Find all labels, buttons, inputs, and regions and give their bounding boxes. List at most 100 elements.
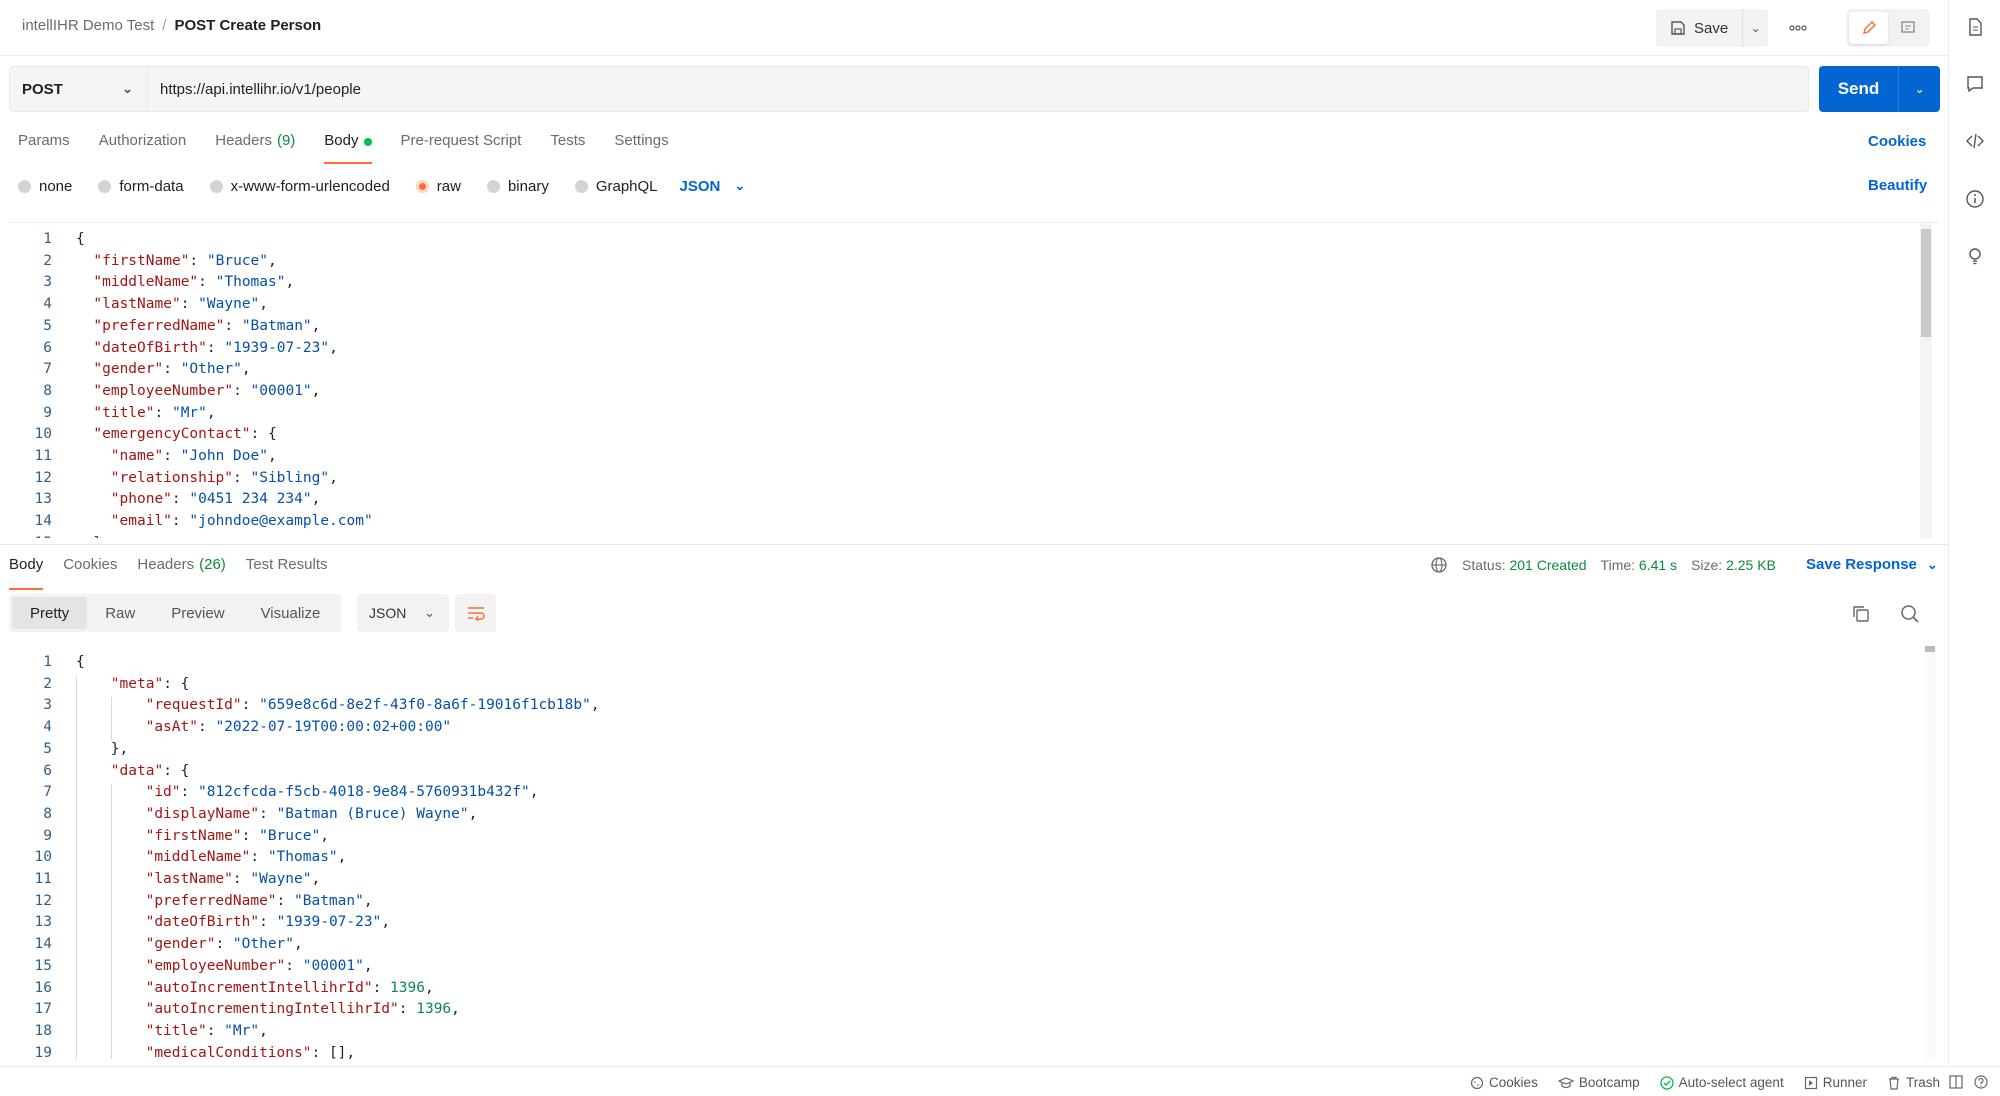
code-text: "employeeNumber": "00001",	[93, 382, 321, 399]
tab-params[interactable]: Params	[18, 132, 70, 164]
code-text: "middleName": "Thomas",	[93, 274, 295, 291]
more-actions-button[interactable]	[1782, 9, 1814, 47]
code-line: 16 "autoIncrementIntellihrId": 1396,	[9, 980, 434, 1002]
tab-label: Pre-request Script	[400, 132, 522, 149]
tab-headers[interactable]: Headers (9)	[215, 132, 295, 164]
radio-indicator	[574, 179, 588, 193]
status-info[interactable]: Status: 201 Created	[1462, 557, 1587, 573]
line-number: 6	[43, 762, 52, 779]
size-label: Size:	[1691, 557, 1723, 573]
pane-divider[interactable]	[0, 544, 1948, 545]
radio-label: x-www-form-urlencoded	[230, 177, 390, 195]
radio-binary[interactable]: binary	[486, 178, 549, 195]
code-text: "gender": "Other",	[145, 936, 303, 953]
line-number: 15	[9, 535, 52, 538]
tab-settings[interactable]: Settings	[614, 132, 668, 164]
edit-icon	[1862, 21, 1876, 34]
view-visualize[interactable]: Visualize	[243, 597, 339, 629]
language-select[interactable]: JSON ⌄	[680, 178, 746, 195]
two-pane-icon[interactable]	[1949, 1075, 1963, 1089]
tab-pre-request-script[interactable]: Pre-request Script	[401, 132, 522, 164]
line-number: 7	[43, 784, 52, 801]
code-text: "title": "Mr",	[145, 1022, 268, 1039]
line-number: 15	[34, 957, 52, 974]
line-number: 14	[34, 513, 52, 530]
view-raw[interactable]: Raw	[87, 597, 153, 629]
beautify-button[interactable]: Beautify	[1868, 177, 1927, 194]
response-tab-headers[interactable]: Headers (26)	[137, 556, 225, 588]
code-text: "firstName": "Bruce",	[145, 827, 329, 844]
footer-trash[interactable]: Trash	[1887, 1075, 1940, 1090]
wrap-lines-button[interactable]	[455, 594, 496, 632]
code-line: 7 "gender": "Other",	[9, 361, 250, 383]
footer-runner[interactable]: Runner	[1804, 1075, 1867, 1090]
tab-tests[interactable]: Tests	[550, 132, 585, 164]
send-options-button[interactable]: ⌄	[1899, 66, 1940, 112]
time-info[interactable]: Time: 6.41 s	[1601, 557, 1678, 573]
code-text: "middleName": "Thomas",	[145, 849, 347, 866]
indent-guide	[76, 675, 77, 1059]
code-line: 4 "asAt": "2022-07-19T00:00:02+00:00"	[9, 719, 451, 741]
line-number: 12	[34, 892, 52, 909]
line-number: 2	[43, 252, 52, 269]
save-options-button[interactable]: ⌄	[1743, 21, 1768, 35]
response-tab-test-results[interactable]: Test Results	[246, 556, 328, 588]
radio-form-data[interactable]: form-data	[98, 178, 184, 195]
footer-label: Trash	[1905, 1075, 1940, 1090]
chevron-down-icon: ⌄	[424, 605, 435, 620]
radio-none[interactable]: none	[18, 178, 72, 195]
code-text: "title": "Mr",	[93, 404, 216, 421]
code-line: 8 "displayName": "Batman (Bruce) Wayne",	[9, 806, 477, 828]
code-text: "phone": "0451 234 234",	[110, 491, 321, 508]
code-line: 3 "middleName": "Thomas",	[9, 274, 294, 296]
view-pretty[interactable]: Pretty	[12, 597, 88, 629]
response-tab-cookies[interactable]: Cookies	[63, 556, 117, 588]
code-line: 4 "lastName": "Wayne",	[9, 296, 268, 318]
line-number: 5	[43, 740, 52, 757]
bulb-icon[interactable]	[1965, 246, 1985, 266]
request-body-editor[interactable]: 1{2 "firstName": "Bruce", 3 "middleName": "…	[9, 222, 1939, 538]
scrollbar-thumb[interactable]	[1921, 229, 1931, 337]
comment-icon[interactable]	[1965, 74, 1985, 94]
view-preview[interactable]: Preview	[153, 597, 242, 629]
radio-urlencoded[interactable]: x-www-form-urlencoded	[209, 177, 390, 195]
indent-guide	[111, 784, 112, 1059]
workspace-link[interactable]: intellIHR Demo Test	[22, 17, 154, 34]
url-input[interactable]: https://api.intellihr.io/v1/people	[148, 66, 1809, 112]
save-button[interactable]: Save	[1656, 9, 1744, 47]
scrollbar-thumb[interactable]	[1925, 646, 1935, 652]
size-info[interactable]: Size: 2.25 KB	[1691, 557, 1776, 573]
code-text: "lastName": "Wayne",	[93, 296, 269, 313]
tab-authorization[interactable]: Authorization	[99, 132, 187, 164]
line-number: 12	[34, 469, 52, 486]
comment-mode-button[interactable]	[1888, 12, 1927, 44]
response-scrollbar[interactable]	[1924, 646, 1936, 1059]
code-icon[interactable]	[1965, 131, 1985, 151]
response-format-select[interactable]: JSON ⌄	[357, 594, 449, 632]
footer-auto-select-agent[interactable]: Auto-select agent	[1659, 1075, 1784, 1090]
tab-body[interactable]: Body	[324, 132, 372, 164]
info-icon[interactable]	[1965, 189, 1985, 209]
radio-raw[interactable]: raw	[415, 178, 461, 195]
footer-cookies[interactable]: Cookies	[1470, 1075, 1538, 1090]
request-title[interactable]: POST Create Person	[174, 17, 321, 34]
response-body-viewer[interactable]: 1{2 "meta": {3 "requestId": "659e8c6d-8e2f…	[9, 646, 1939, 1059]
footer-bootcamp[interactable]: Bootcamp	[1557, 1075, 1640, 1090]
code-line: 6 "data": {	[9, 762, 189, 785]
response-tab-body[interactable]: Body	[9, 556, 44, 590]
agent-check-icon	[1659, 1075, 1674, 1090]
document-icon[interactable]	[1965, 17, 1985, 37]
edit-mode-button[interactable]	[1849, 12, 1888, 44]
copy-icon[interactable]	[1850, 603, 1872, 625]
globe-icon[interactable]	[1430, 556, 1448, 574]
save-response-button[interactable]: Save Response ⌄	[1806, 556, 1938, 573]
code-text: "relationship": "Sibling",	[110, 469, 338, 486]
cookies-link[interactable]: Cookies	[1868, 133, 1926, 150]
help-icon[interactable]	[1974, 1075, 1988, 1089]
chevron-down-icon: ⌄	[734, 178, 746, 193]
send-button[interactable]: Send	[1819, 66, 1899, 112]
radio-graphql[interactable]: GraphQL	[574, 178, 658, 195]
request-editor-scrollbar[interactable]	[1920, 223, 1932, 538]
method-select[interactable]: POST ⌄	[9, 66, 148, 112]
search-icon[interactable]	[1899, 603, 1921, 625]
